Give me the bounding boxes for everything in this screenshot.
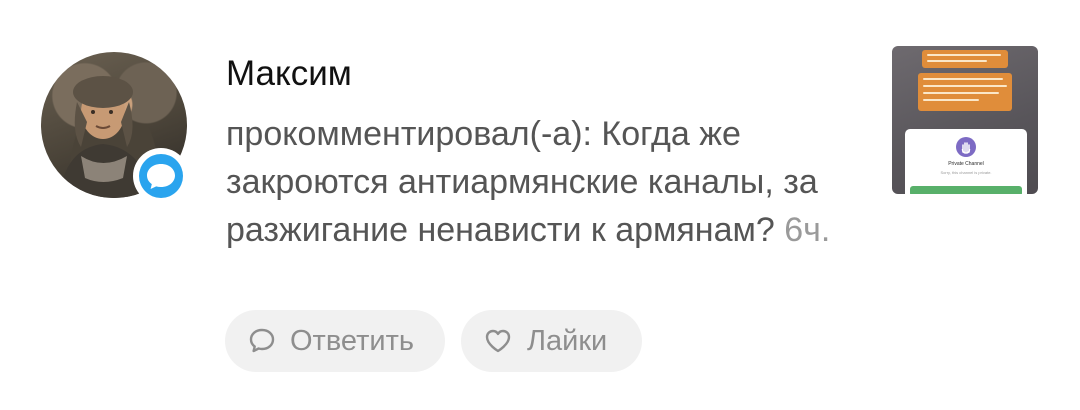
comment-badge [133, 148, 189, 204]
comment-notification[interactable]: Максим прокомментировал(-а): Когда же за… [0, 0, 1080, 410]
author-name[interactable]: Максим [226, 54, 352, 94]
join-bar [910, 186, 1022, 194]
like-label: Лайки [527, 325, 608, 357]
private-channel-card: Private Channel Sorry, this channel is p… [905, 129, 1027, 194]
like-button[interactable]: Лайки [461, 310, 642, 372]
hand-stop-icon [956, 137, 976, 157]
post-thumbnail[interactable]: Private Channel Sorry, this channel is p… [892, 46, 1038, 194]
channel-title: Private Channel [948, 161, 984, 167]
notification-text: прокомментировал(-а): Когда же закроются… [226, 110, 856, 254]
speech-bubble-icon [249, 328, 275, 353]
timestamp: 6ч. [784, 211, 831, 249]
heart-icon [485, 329, 511, 353]
comment-bubble-icon [147, 164, 175, 189]
comment-text: прокомментировал(-а): Когда же закроются… [226, 115, 818, 249]
reply-label: Ответить [290, 325, 414, 357]
reply-button[interactable]: Ответить [225, 310, 445, 372]
channel-subtitle: Sorry, this channel is private. [940, 170, 992, 175]
